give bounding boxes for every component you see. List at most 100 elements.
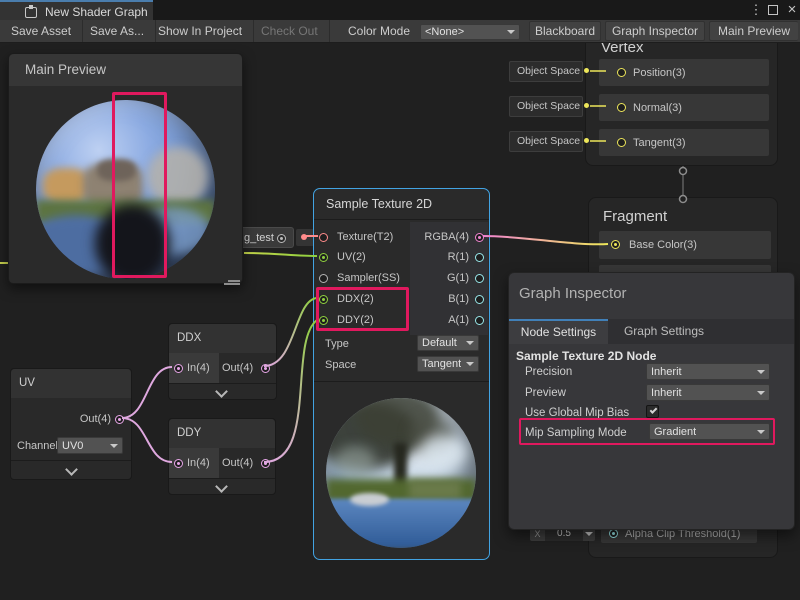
color-mode-dropdown[interactable]: <None>: [420, 24, 520, 40]
ddx-in-port[interactable]: [174, 364, 183, 373]
dropdown-arrow-icon: [466, 362, 474, 366]
property-output-port[interactable]: [301, 234, 307, 240]
title-bar: New Shader Graph ⋮ ×: [0, 0, 800, 20]
graph-inspector-toggle-button[interactable]: Graph Inspector: [605, 21, 705, 41]
type-dropdown[interactable]: Default: [417, 335, 479, 351]
type-label: Type: [325, 337, 349, 351]
ddx-in-label: In(4): [187, 361, 210, 375]
ddx-input-port[interactable]: [319, 295, 328, 304]
property-target-icon: [277, 234, 286, 243]
save-as-button[interactable]: Save As...: [79, 20, 156, 42]
main-preview-panel: Main Preview: [8, 53, 243, 284]
position-port-label: Position(3): [633, 66, 686, 80]
b-output-label: B(1): [404, 292, 469, 306]
space-dropdown[interactable]: Tangent: [417, 356, 479, 372]
dropdown-arrow-icon: [757, 391, 765, 395]
ddy-node-title: DDY: [177, 427, 201, 439]
resize-grip-icon[interactable]: [224, 283, 240, 285]
ddy-out-port[interactable]: [261, 459, 270, 468]
a-output-port[interactable]: [475, 316, 484, 325]
divider: [11, 460, 131, 461]
divider: [169, 383, 276, 384]
ddx-node-title: DDX: [177, 332, 201, 344]
base-color-label: Base Color(3): [629, 238, 697, 252]
r-output-port[interactable]: [475, 253, 484, 262]
r-output-label: R(1): [404, 250, 469, 264]
dropdown-arrow-icon: [757, 370, 765, 374]
uv-out-port[interactable]: [115, 415, 124, 424]
precision-label: Precision: [525, 366, 572, 378]
fragment-node-title: Fragment: [603, 208, 667, 225]
preview-label: Preview: [525, 387, 566, 399]
uv-input-port[interactable]: [319, 253, 328, 262]
divider: [314, 381, 489, 382]
ddy-in-port[interactable]: [174, 459, 183, 468]
precision-dropdown[interactable]: Inherit: [646, 363, 770, 380]
uv-collapse-chevron-icon[interactable]: [65, 463, 78, 476]
uv-out-label: Out(4): [51, 412, 111, 426]
base-color-input-port[interactable]: [611, 240, 620, 249]
toolbar: Save Asset Save As... Show In Project Ch…: [0, 20, 800, 43]
ddy-input-port[interactable]: [319, 316, 328, 325]
vertex-context-node[interactable]: Vertex Position(3) Normal(3) Tangent(3): [585, 30, 778, 166]
window-maximize-icon[interactable]: [768, 5, 778, 15]
dropdown-arrow-icon: [757, 430, 765, 434]
window-close-icon[interactable]: ×: [784, 2, 800, 18]
uv-channel-label: Channel: [17, 439, 58, 453]
b-output-port[interactable]: [475, 295, 484, 304]
ddx-out-label: Out(4): [222, 361, 253, 375]
sampler-input-port[interactable]: [319, 274, 328, 283]
texture-input-label: Texture(T2): [337, 230, 393, 244]
vertex-row-position: Position(3): [599, 59, 769, 86]
alpha-clip-input-port[interactable]: [609, 529, 618, 538]
tab-graph-settings[interactable]: Graph Settings: [608, 319, 720, 344]
binding-dot-normal: [584, 103, 589, 108]
vertex-row-tangent: Tangent(3): [599, 129, 769, 156]
main-preview-toggle-button[interactable]: Main Preview: [709, 21, 798, 41]
ddx-node[interactable]: DDX In(4) Out(4): [168, 323, 277, 400]
property-name: g_test: [244, 231, 274, 245]
tangent-input-port[interactable]: [617, 138, 626, 147]
normal-input-port[interactable]: [617, 103, 626, 112]
g-output-label: G(1): [404, 271, 469, 285]
window-menu-icon[interactable]: ⋮: [748, 2, 764, 18]
space-label: Space: [325, 358, 356, 372]
ddy-collapse-chevron-icon[interactable]: [215, 480, 228, 493]
mip-mode-label: Mip Sampling Mode: [525, 427, 627, 439]
dropdown-arrow-icon: [466, 341, 474, 345]
resize-grip-icon[interactable]: [228, 280, 240, 282]
sample-node-title: Sample Texture 2D: [326, 197, 432, 211]
uv-node[interactable]: UV Out(4) Channel UV0: [10, 368, 132, 480]
ddx-collapse-chevron-icon[interactable]: [215, 385, 228, 398]
dropdown-arrow-icon: [507, 30, 515, 34]
graph-inspector-panel: Graph Inspector Node Settings Graph Sett…: [508, 272, 795, 530]
fragment-row-base-color: Base Color(3): [599, 231, 771, 259]
show-in-project-button[interactable]: Show In Project: [147, 20, 254, 42]
uv-node-title: UV: [19, 377, 35, 389]
ddy-node[interactable]: DDY In(4) Out(4): [168, 418, 276, 495]
checkmark-icon: [649, 406, 657, 414]
blackboard-toggle-button[interactable]: Blackboard: [529, 21, 601, 41]
sample-texture-2d-node[interactable]: Sample Texture 2D Texture(T2) UV(2) Samp…: [313, 188, 490, 560]
divider: [314, 219, 489, 220]
mip-mode-dropdown[interactable]: Gradient: [649, 423, 770, 440]
uv-input-label: UV(2): [337, 250, 366, 264]
rgba-output-port[interactable]: [475, 233, 484, 242]
g-output-port[interactable]: [475, 274, 484, 283]
document-tab[interactable]: New Shader Graph: [0, 0, 153, 20]
ddy-in-label: In(4): [187, 456, 210, 470]
texture-input-port[interactable]: [319, 233, 328, 242]
mip-bias-checkbox[interactable]: [646, 405, 659, 418]
save-asset-button[interactable]: Save Asset: [0, 20, 83, 42]
rgba-output-label: RGBA(4): [404, 230, 469, 244]
ddx-out-port[interactable]: [261, 364, 270, 373]
uv-channel-dropdown[interactable]: UV0: [57, 437, 123, 454]
binding-object-space-position: Object Space: [509, 61, 583, 82]
position-input-port[interactable]: [617, 68, 626, 77]
check-out-button[interactable]: Check Out: [250, 20, 330, 42]
main-preview-header[interactable]: Main Preview: [9, 54, 242, 86]
sampler-input-label: Sampler(SS): [337, 271, 400, 285]
main-preview-sphere: [36, 100, 215, 279]
tab-node-settings[interactable]: Node Settings: [509, 319, 608, 344]
preview-dropdown[interactable]: Inherit: [646, 384, 770, 401]
